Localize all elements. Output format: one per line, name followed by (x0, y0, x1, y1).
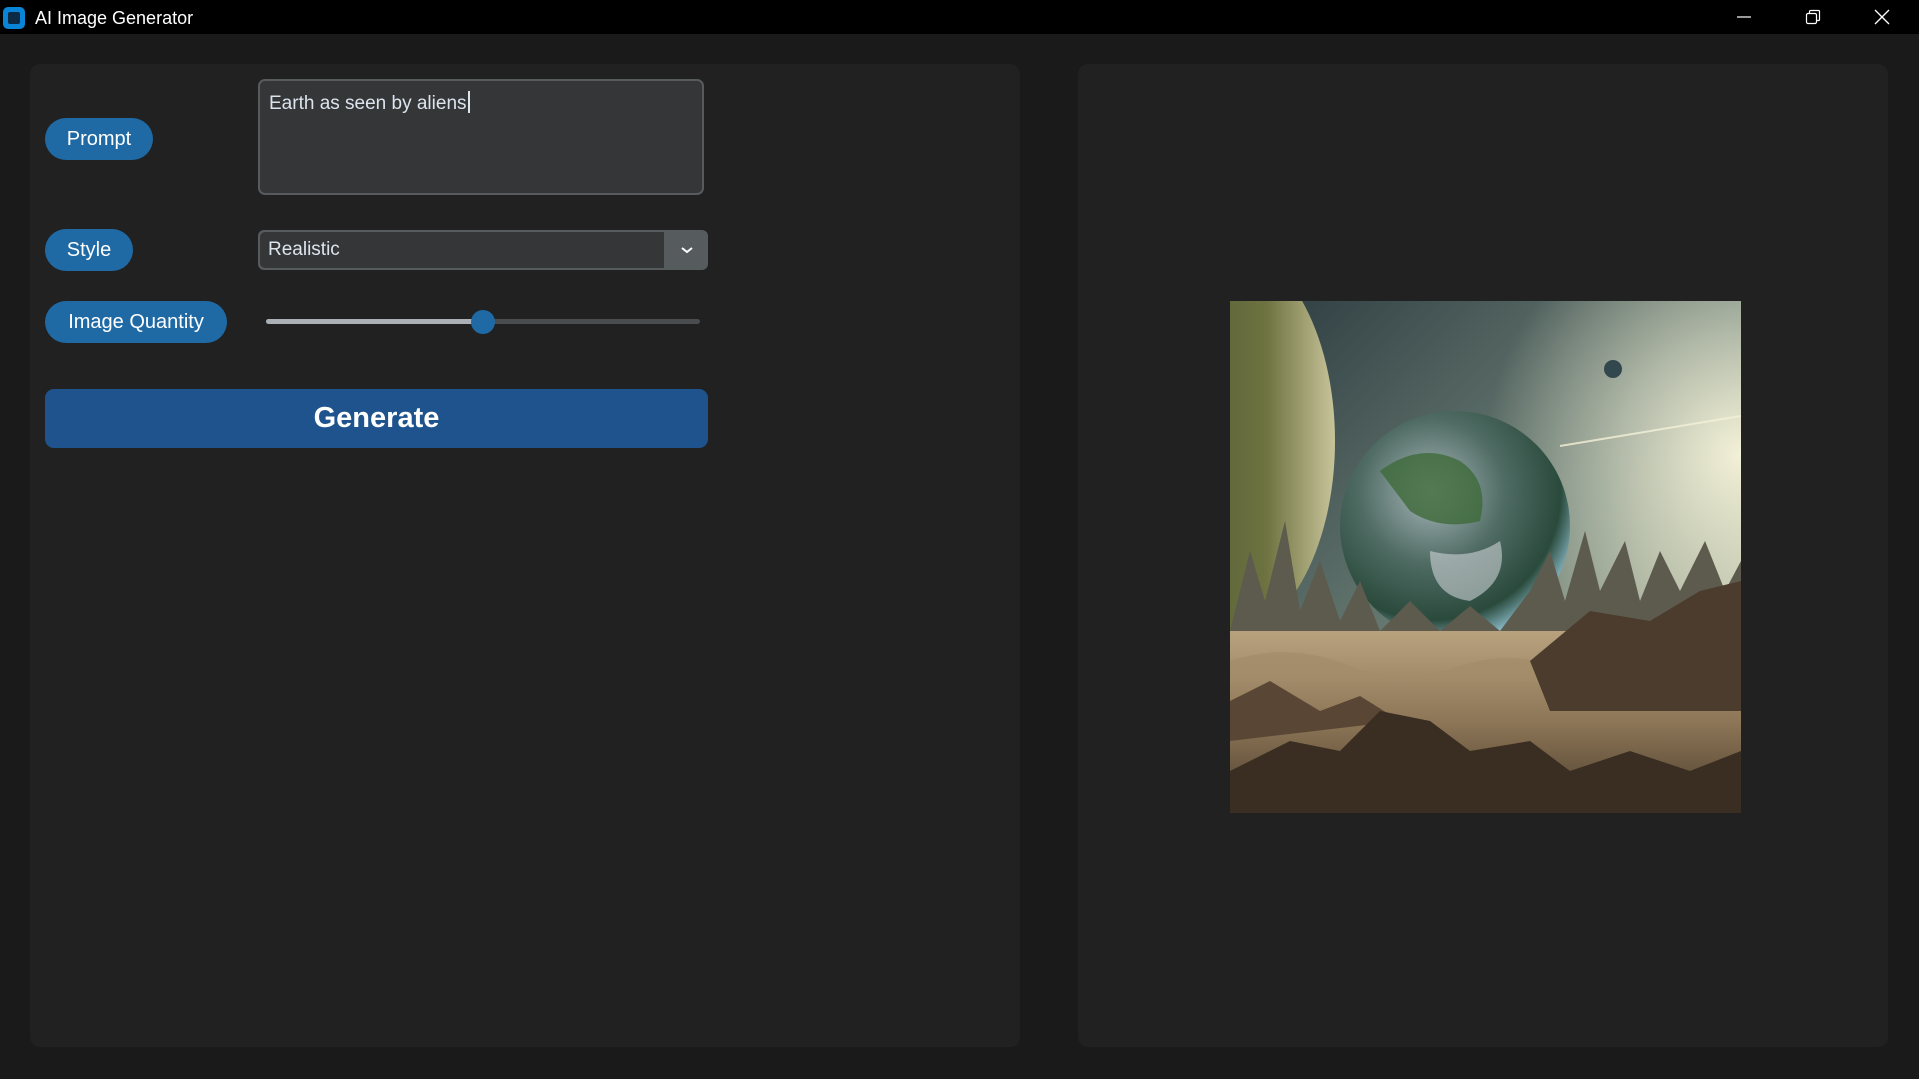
style-dropdown[interactable]: Realistic (258, 230, 708, 270)
close-icon (1874, 9, 1890, 25)
minimize-icon (1737, 16, 1751, 18)
generate-button[interactable]: Generate (45, 389, 708, 448)
style-dropdown-toggle[interactable] (666, 230, 708, 270)
title-bar: AI Image Generator (0, 0, 1919, 34)
input-panel (30, 64, 1020, 1047)
chevron-down-icon (681, 247, 693, 254)
prompt-text: Earth as seen by aliens (269, 93, 467, 114)
slider-fill (266, 319, 483, 324)
prompt-textbox[interactable]: Earth as seen by aliens (258, 79, 704, 195)
app-icon (3, 7, 25, 29)
restore-button[interactable] (1779, 0, 1847, 34)
window-title: AI Image Generator (35, 8, 194, 28)
style-label: Style (45, 229, 133, 271)
restore-icon (1805, 9, 1821, 25)
close-button[interactable] (1848, 0, 1916, 34)
image-quantity-label: Image Quantity (45, 301, 227, 343)
text-caret (467, 91, 470, 113)
prompt-label: Prompt (45, 118, 153, 160)
slider-thumb[interactable] (471, 310, 495, 334)
minimize-button[interactable] (1710, 0, 1778, 34)
generated-image (1230, 301, 1741, 813)
style-selected-value: Realistic (260, 232, 664, 268)
